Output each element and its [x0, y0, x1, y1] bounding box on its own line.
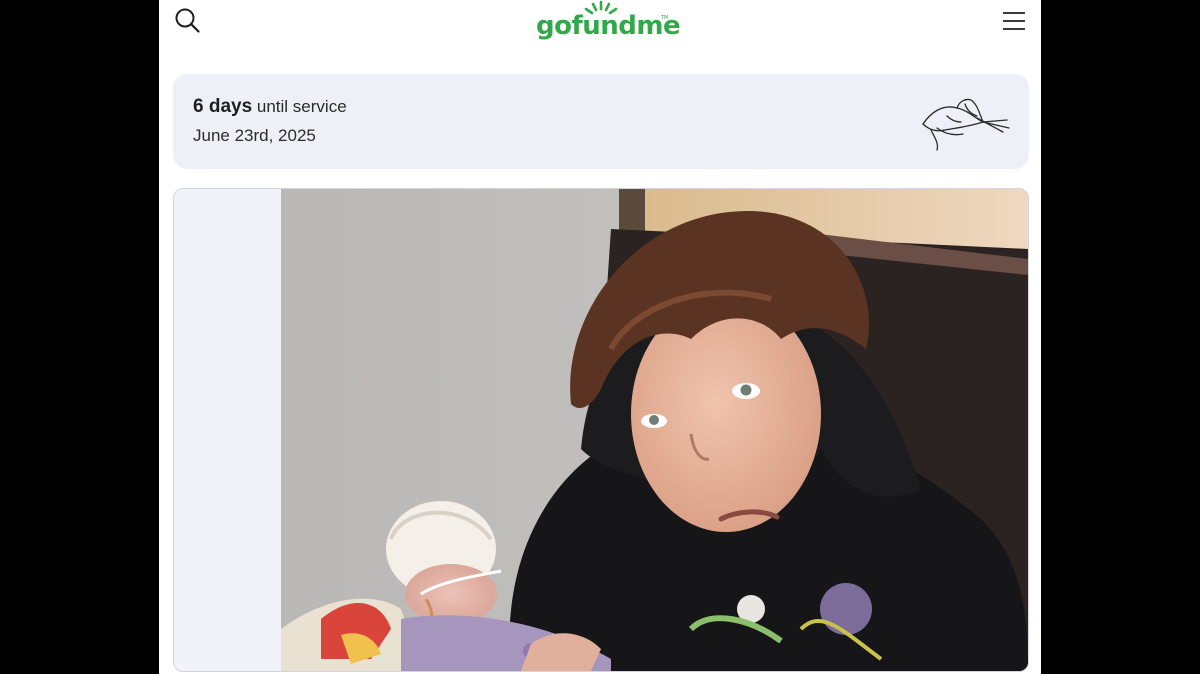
service-countdown: 6 days until service	[193, 96, 347, 118]
search-button[interactable]	[173, 6, 203, 36]
gofundme-logo[interactable]: gofundme TM	[531, 0, 681, 48]
service-until-label: until service	[256, 97, 347, 116]
lily-flower-icon	[922, 98, 1010, 151]
logo-trademark: TM	[661, 15, 669, 21]
search-icon	[175, 8, 200, 33]
campaign-photo-frame[interactable]	[173, 188, 1029, 672]
service-countdown-card: 6 days until service June 23rd, 2025	[173, 74, 1029, 169]
service-date: June 23rd, 2025	[193, 126, 316, 145]
page: gofundme TM 6 days until service June 23…	[159, 0, 1041, 674]
logo-wordmark: gofundme	[536, 11, 681, 41]
header: gofundme TM	[159, 0, 1041, 60]
campaign-photo	[281, 189, 1028, 671]
service-days-count: 6 days	[193, 96, 253, 117]
hamburger-menu-icon	[1003, 12, 1025, 30]
menu-button[interactable]	[1001, 8, 1027, 34]
